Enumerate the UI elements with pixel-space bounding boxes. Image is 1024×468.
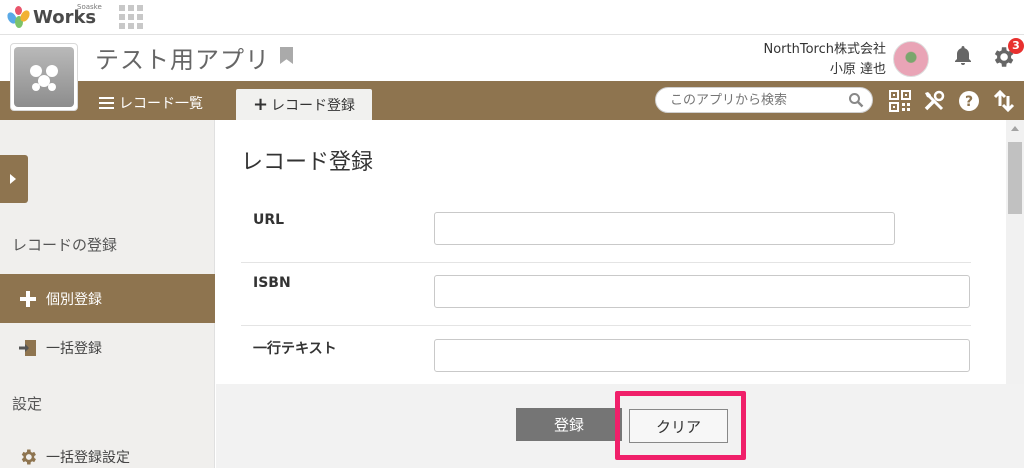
- plus-icon: [18, 289, 38, 309]
- plus-icon: +: [252, 94, 269, 115]
- single-line-text-field[interactable]: [434, 339, 970, 372]
- qr-code-icon[interactable]: [888, 89, 912, 113]
- sidebar-toggle-button[interactable]: [0, 155, 28, 203]
- sidebar-item-label: 一括登録設定: [46, 449, 130, 466]
- app-title: テスト用アプリ: [95, 46, 270, 74]
- sidebar-item-bulk-settings[interactable]: 一括登録設定: [0, 432, 215, 468]
- field-label-url: URL: [253, 212, 285, 228]
- user-name[interactable]: 小原 達也: [830, 58, 886, 77]
- field-divider: [241, 325, 971, 326]
- field-label-isbn: ISBN: [253, 275, 291, 291]
- top-bar: Soaske Works: [0, 0, 1024, 35]
- tab-record-register-label: レコード登録: [271, 97, 356, 114]
- sidebar-item-bulk[interactable]: 一括登録: [0, 323, 215, 372]
- isbn-field[interactable]: [434, 275, 970, 308]
- sidebar-item-label: 個別登録: [46, 291, 102, 308]
- highlight-box: [615, 391, 746, 460]
- scrollbar-thumb[interactable]: [1008, 142, 1022, 214]
- svg-text:?: ?: [965, 94, 973, 110]
- field-label-single-line-text: 一行テキスト: [253, 341, 337, 357]
- gear-icon: [18, 447, 38, 467]
- logo-text: Soaske Works: [33, 3, 102, 28]
- url-field[interactable]: [434, 212, 895, 245]
- notification-badge: 3: [1008, 38, 1024, 54]
- company-name: NorthTorch株式会社: [763, 42, 887, 57]
- avatar[interactable]: [893, 41, 929, 77]
- sync-icon[interactable]: [992, 89, 1016, 113]
- works-logo[interactable]: Soaske Works: [5, 3, 102, 31]
- logo-subtext: Soaske: [77, 2, 102, 11]
- apps-grid-icon[interactable]: [119, 5, 143, 29]
- sidebar-item-label: 一括登録: [46, 340, 102, 357]
- list-icon: [99, 97, 114, 109]
- help-icon[interactable]: ?: [957, 89, 981, 113]
- field-divider: [241, 262, 971, 263]
- sidebar-heading-register: レコードの登録: [12, 236, 118, 254]
- page-title: レコード登録: [241, 150, 374, 175]
- sidebar-item-individual[interactable]: 個別登録: [0, 274, 215, 323]
- search-input[interactable]: [655, 87, 873, 113]
- form-scrollbar[interactable]: [1006, 120, 1024, 384]
- search-icon[interactable]: [848, 92, 864, 108]
- logo-mark-icon: [5, 6, 32, 28]
- register-button[interactable]: 登録: [516, 408, 622, 441]
- scroll-up-icon[interactable]: [1011, 126, 1019, 131]
- tools-icon[interactable]: [922, 89, 946, 113]
- app-icon: [10, 43, 78, 111]
- sidebar-heading-settings: 設定: [12, 395, 43, 413]
- import-icon: [18, 338, 38, 358]
- tab-record-list-label: レコード一覧: [119, 96, 203, 112]
- app-logo-icon: [14, 47, 74, 107]
- tab-record-register[interactable]: + レコード登録: [236, 89, 372, 120]
- bell-icon[interactable]: [951, 44, 975, 68]
- tab-record-list[interactable]: レコード一覧: [99, 89, 203, 117]
